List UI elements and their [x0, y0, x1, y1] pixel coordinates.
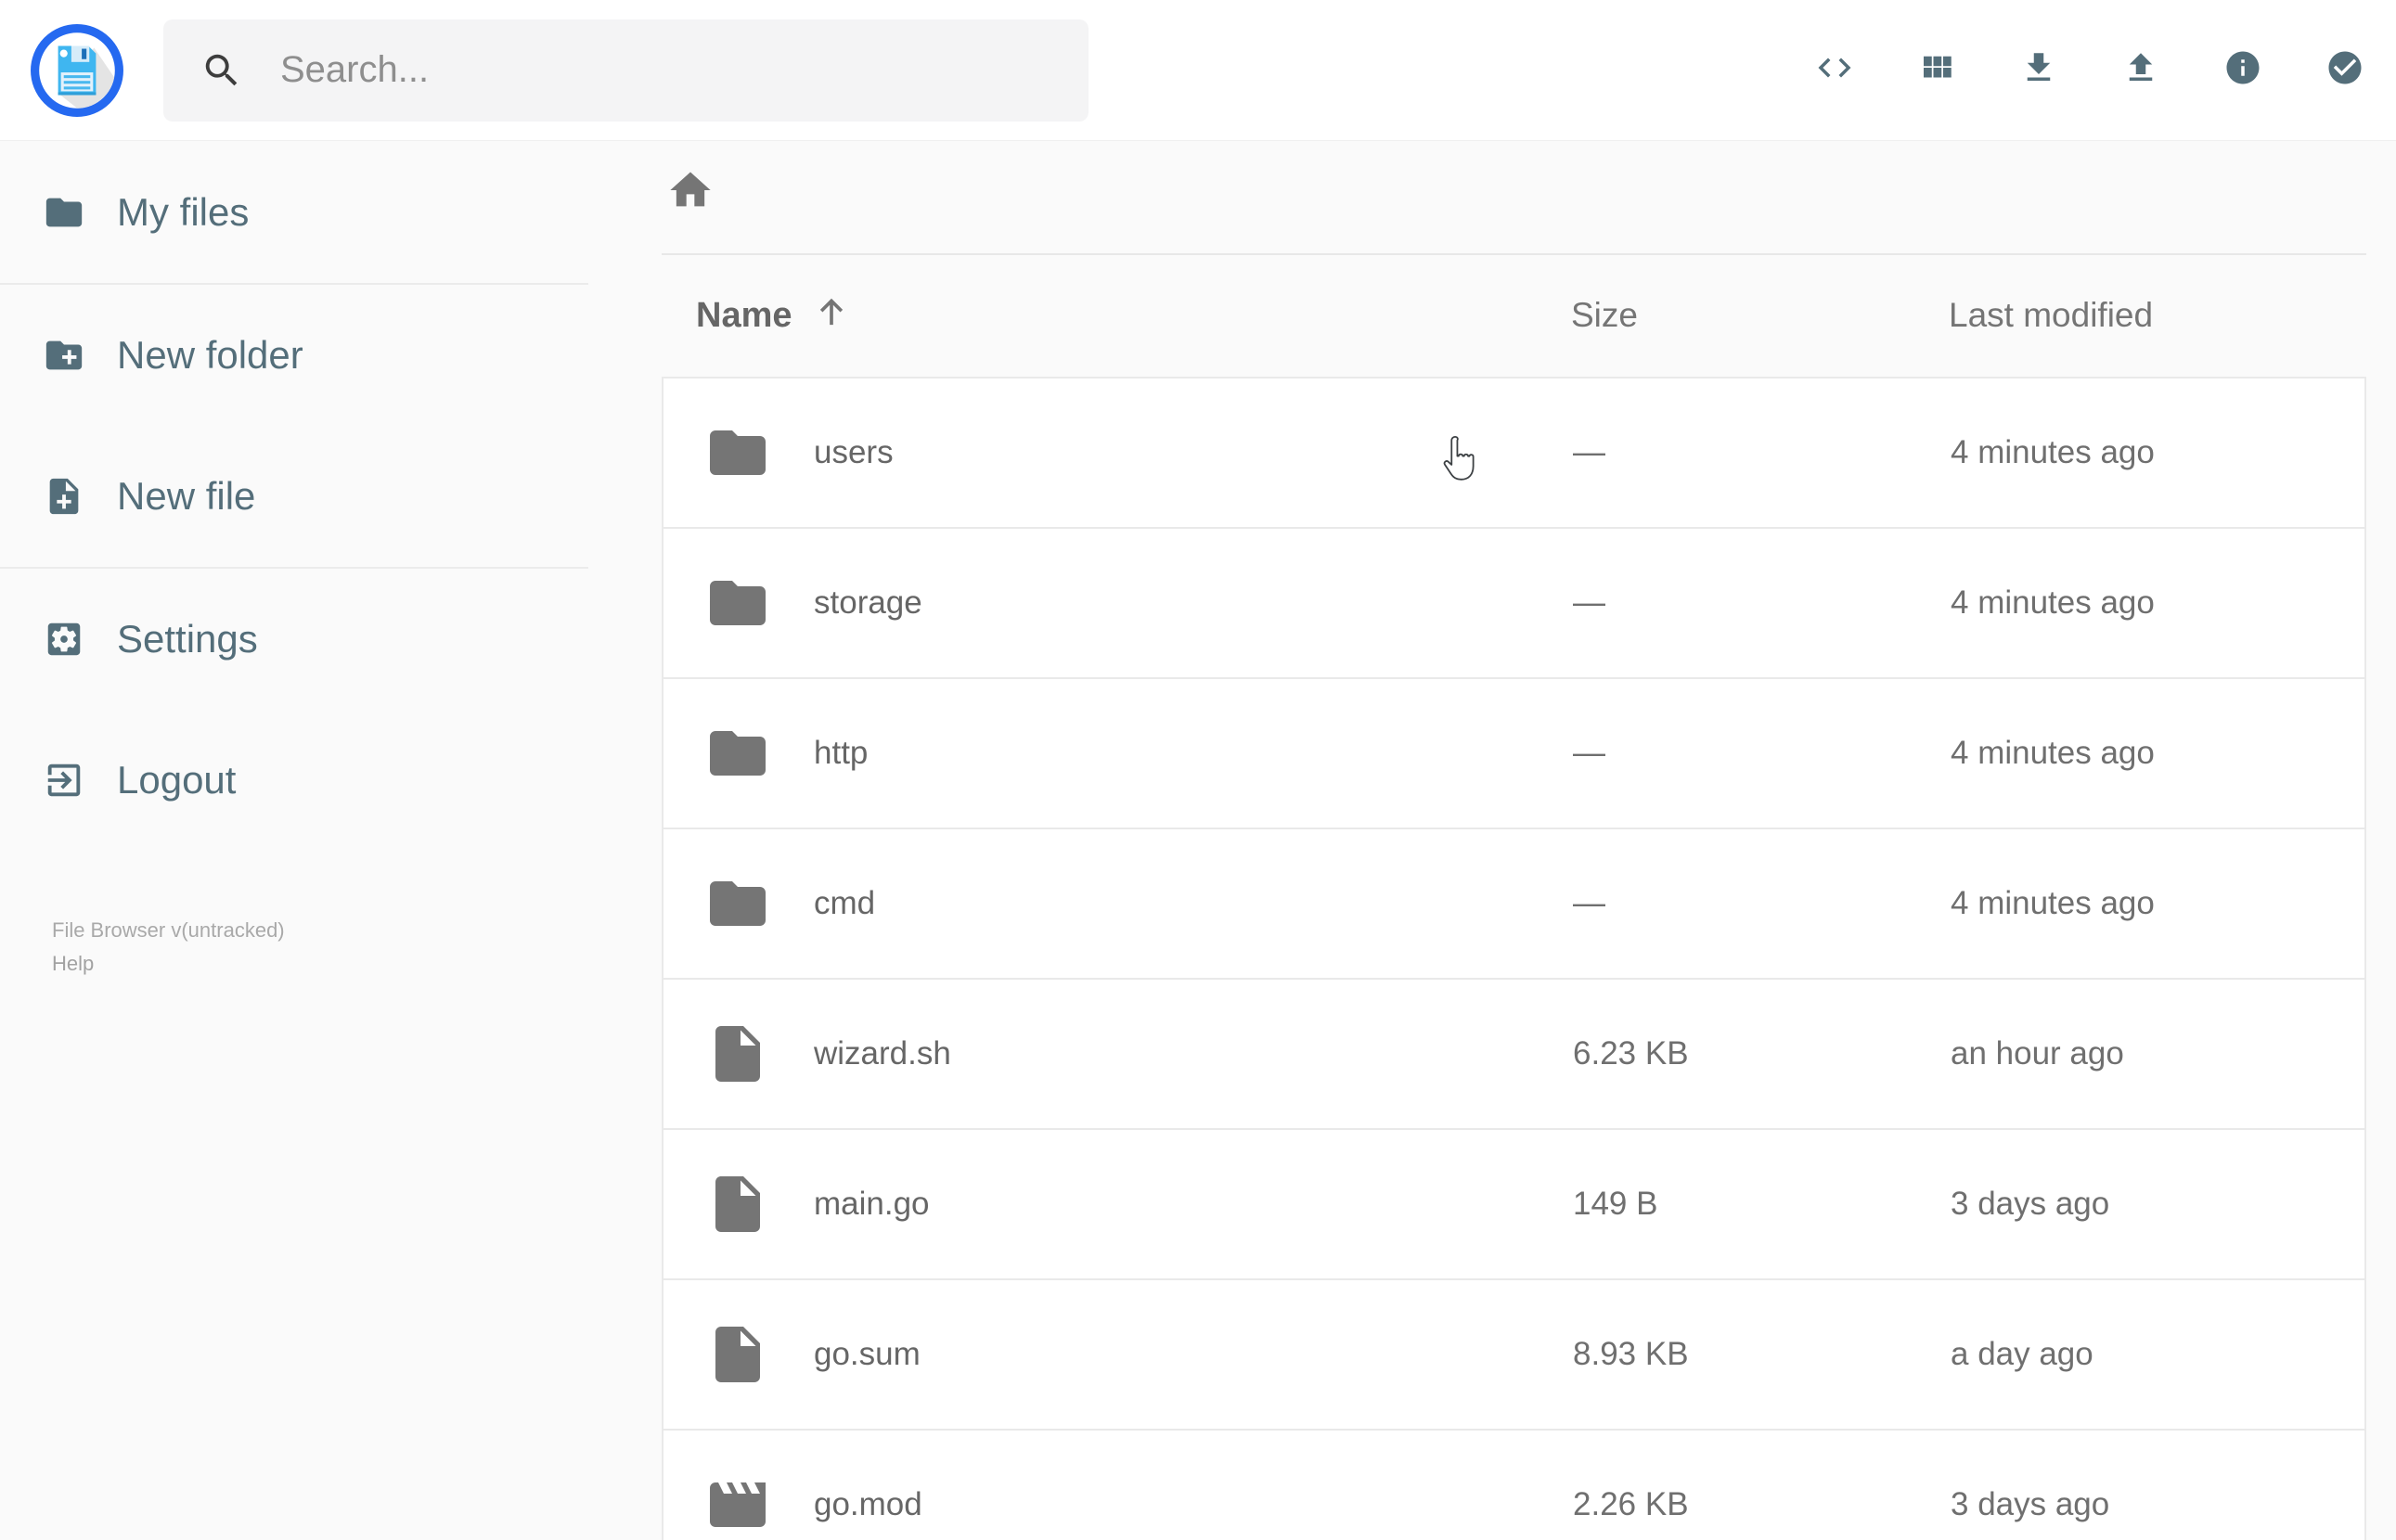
file-size: —	[1573, 735, 1605, 771]
table-row[interactable]: cmd — 4 minutes ago	[662, 828, 2366, 980]
file-modified: a day ago	[1951, 1336, 2093, 1372]
new-folder-icon	[43, 334, 85, 377]
upload-icon	[2121, 48, 2160, 92]
grid-view-icon	[1917, 48, 1956, 92]
file-name-cell: users	[663, 419, 1573, 486]
sidebar-item-new-folder[interactable]: New folder	[0, 285, 588, 426]
file-name-cell: http	[663, 720, 1573, 787]
file-name-cell: cmd	[663, 870, 1573, 937]
app-logo	[30, 23, 124, 118]
file-icon	[704, 1321, 771, 1388]
file-size: 8.93 KB	[1573, 1336, 1689, 1372]
column-name-label: Name	[696, 295, 792, 335]
code-icon	[1815, 48, 1854, 92]
file-name: wizard.sh	[814, 1035, 951, 1072]
sidebar-item-logout[interactable]: Logout	[0, 710, 588, 851]
toggle-shell-button[interactable]	[1784, 0, 1886, 141]
table-row[interactable]: go.sum 8.93 KB a day ago	[662, 1278, 2366, 1431]
file-name: main.go	[814, 1186, 930, 1222]
logout-icon	[43, 759, 85, 802]
file-size: —	[1573, 434, 1605, 470]
sidebar-item-label: New folder	[117, 333, 303, 377]
table-row[interactable]: users — 4 minutes ago	[662, 377, 2366, 529]
sidebar-item-my-files[interactable]: My files	[0, 142, 588, 283]
top-bar: Search...	[0, 0, 2396, 141]
file-size: —	[1573, 584, 1605, 621]
search-icon	[200, 49, 243, 92]
sidebar-item-label: New file	[117, 474, 256, 518]
file-modified: 3 days ago	[1951, 1186, 2110, 1222]
file-name: go.sum	[814, 1336, 921, 1372]
sidebar-item-settings[interactable]: Settings	[0, 569, 588, 710]
file-name-cell: main.go	[663, 1171, 1573, 1238]
file-icon	[704, 1171, 771, 1238]
table-row[interactable]: go.mod 2.26 KB 3 days ago	[662, 1429, 2366, 1540]
sidebar: My files New folder New file Settings Lo…	[0, 142, 588, 1540]
file-name: go.mod	[814, 1486, 922, 1522]
file-name-cell: wizard.sh	[663, 1020, 1573, 1087]
sidebar-item-label: Settings	[117, 617, 258, 661]
sidebar-item-label: My files	[117, 190, 250, 234]
sidebar-footer: File Browser v(untracked) Help	[52, 914, 285, 981]
folder-icon	[704, 720, 771, 787]
file-name: storage	[814, 584, 922, 621]
file-name: users	[814, 434, 894, 470]
search-placeholder: Search...	[280, 49, 430, 90]
file-name-cell: storage	[663, 570, 1573, 636]
download-icon	[2019, 48, 2058, 92]
table-row[interactable]: main.go 149 B 3 days ago	[662, 1128, 2366, 1280]
help-link[interactable]: Help	[52, 947, 94, 981]
file-listing-area: Name Size Last modified users — 4 minute…	[588, 142, 2396, 1540]
sort-by-modified-header[interactable]: Last modified	[1949, 296, 2366, 335]
file-modified: 4 minutes ago	[1951, 584, 2155, 621]
folder-icon	[704, 419, 771, 486]
file-name: cmd	[814, 885, 876, 921]
home-icon	[666, 172, 715, 218]
file-icon	[704, 1020, 771, 1087]
file-size: 6.23 KB	[1573, 1035, 1689, 1072]
breadcrumb-home-button[interactable]	[664, 166, 716, 218]
info-icon	[2223, 48, 2262, 92]
check-circle-icon	[2325, 48, 2364, 92]
sort-by-size-header[interactable]: Size	[1571, 296, 1949, 335]
arrow-up-icon	[813, 293, 850, 339]
file-modified: 4 minutes ago	[1951, 735, 2155, 771]
file-modified: 4 minutes ago	[1951, 885, 2155, 921]
sort-by-name-header[interactable]: Name	[662, 293, 1571, 339]
sidebar-item-label: Logout	[117, 758, 237, 802]
file-size: 149 B	[1573, 1186, 1658, 1222]
info-button[interactable]	[2192, 0, 2294, 141]
header-actions	[1784, 0, 2396, 141]
folder-icon	[43, 191, 85, 234]
file-listing: users — 4 minutes ago storage — 4 minute…	[662, 377, 2366, 1540]
table-row[interactable]: http — 4 minutes ago	[662, 677, 2366, 829]
settings-icon	[43, 618, 85, 661]
new-file-icon	[43, 475, 85, 518]
file-size: —	[1573, 885, 1605, 921]
select-multiple-button[interactable]	[2294, 0, 2396, 141]
file-modified: 4 minutes ago	[1951, 434, 2155, 470]
folder-icon	[704, 870, 771, 937]
file-name-cell: go.sum	[663, 1321, 1573, 1388]
switch-view-button[interactable]	[1886, 0, 1988, 141]
file-modified: an hour ago	[1951, 1035, 2124, 1072]
movie-icon	[704, 1471, 771, 1538]
file-size: 2.26 KB	[1573, 1486, 1689, 1522]
download-button[interactable]	[1988, 0, 2090, 141]
file-modified: 3 days ago	[1951, 1486, 2110, 1522]
table-row[interactable]: wizard.sh 6.23 KB an hour ago	[662, 978, 2366, 1130]
search-bar[interactable]: Search...	[163, 19, 1089, 122]
folder-icon	[704, 570, 771, 636]
sidebar-item-new-file[interactable]: New file	[0, 426, 588, 567]
file-name-cell: go.mod	[663, 1471, 1573, 1538]
upload-button[interactable]	[2090, 0, 2192, 141]
table-row[interactable]: storage — 4 minutes ago	[662, 527, 2366, 679]
file-name: http	[814, 735, 869, 771]
listing-header: Name Size Last modified	[662, 255, 2366, 376]
app-version: File Browser v(untracked)	[52, 918, 285, 942]
